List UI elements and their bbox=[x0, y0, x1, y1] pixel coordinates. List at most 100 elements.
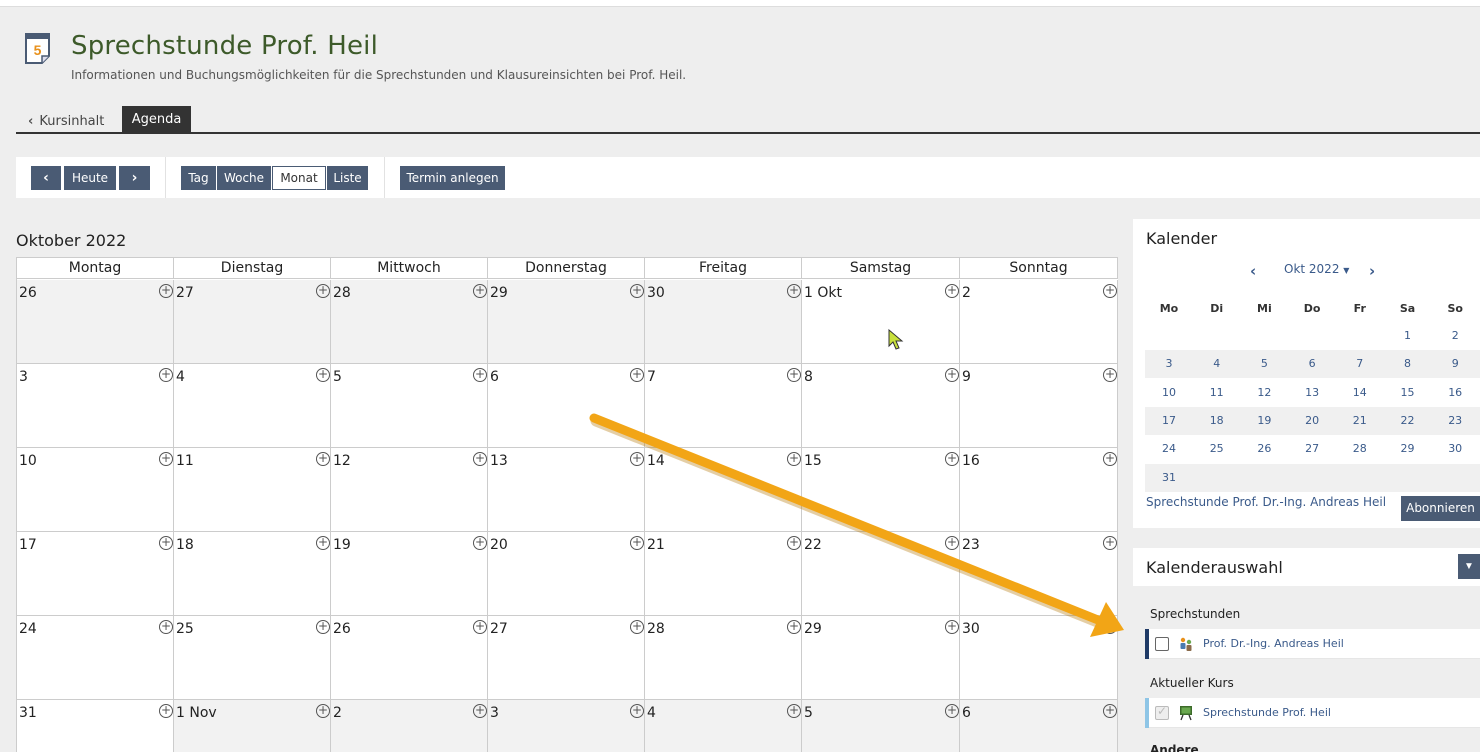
add-event-icon[interactable]: + bbox=[630, 452, 644, 466]
mini-day[interactable]: 31 bbox=[1145, 471, 1193, 484]
mini-day[interactable]: 8 bbox=[1384, 357, 1432, 370]
mini-day[interactable]: 11 bbox=[1193, 386, 1241, 399]
add-event-icon[interactable]: + bbox=[316, 620, 330, 634]
calendar-entry-label[interactable]: Sprechstunde Prof. Heil bbox=[1203, 706, 1331, 719]
calendar-checkbox[interactable] bbox=[1155, 637, 1169, 651]
view-day-button[interactable]: Tag bbox=[181, 166, 216, 190]
add-event-icon[interactable]: + bbox=[473, 704, 487, 718]
add-event-icon[interactable]: + bbox=[630, 284, 644, 298]
mini-day[interactable]: 22 bbox=[1384, 414, 1432, 427]
mini-day[interactable]: 3 bbox=[1145, 357, 1193, 370]
day-cell[interactable]: 30 + bbox=[645, 280, 802, 364]
view-week-button[interactable]: Woche bbox=[217, 166, 271, 190]
add-event-icon[interactable]: + bbox=[945, 704, 959, 718]
day-cell[interactable]: 1 Nov + bbox=[174, 700, 331, 752]
day-cell[interactable]: 8 + bbox=[802, 364, 960, 448]
add-event-icon[interactable]: + bbox=[316, 284, 330, 298]
day-cell[interactable]: 6 + bbox=[960, 700, 1118, 752]
day-cell[interactable]: 3 + bbox=[488, 700, 645, 752]
day-cell[interactable]: 1 Okt + bbox=[802, 280, 960, 364]
view-month-button[interactable]: Monat bbox=[272, 166, 326, 190]
mini-day[interactable]: 4 bbox=[1193, 357, 1241, 370]
add-event-icon[interactable]: + bbox=[945, 284, 959, 298]
add-event-icon[interactable]: + bbox=[159, 452, 173, 466]
day-cell[interactable]: 9 + bbox=[960, 364, 1118, 448]
day-cell[interactable]: 17 + bbox=[17, 532, 174, 616]
mini-day[interactable]: 2 bbox=[1431, 329, 1479, 342]
mini-day[interactable]: 5 bbox=[1240, 357, 1288, 370]
mini-day[interactable]: 17 bbox=[1145, 414, 1193, 427]
day-cell[interactable]: 10 + bbox=[17, 448, 174, 532]
add-event-icon[interactable]: + bbox=[787, 704, 801, 718]
mini-day[interactable]: 12 bbox=[1240, 386, 1288, 399]
day-cell[interactable]: 13 + bbox=[488, 448, 645, 532]
add-event-icon[interactable]: + bbox=[630, 536, 644, 550]
day-cell[interactable]: 11 + bbox=[174, 448, 331, 532]
day-cell[interactable]: 26 + bbox=[331, 616, 488, 700]
add-event-icon[interactable]: + bbox=[787, 368, 801, 382]
mini-day[interactable]: 19 bbox=[1240, 414, 1288, 427]
add-event-icon[interactable]: + bbox=[1103, 620, 1117, 634]
day-cell[interactable]: 4 + bbox=[645, 700, 802, 752]
add-event-icon[interactable]: + bbox=[787, 452, 801, 466]
day-cell[interactable]: 7 + bbox=[645, 364, 802, 448]
day-cell[interactable]: 2 + bbox=[331, 700, 488, 752]
previous-button[interactable]: ‹ bbox=[31, 166, 61, 190]
mini-day[interactable]: 9 bbox=[1431, 357, 1479, 370]
mini-day[interactable]: 30 bbox=[1431, 442, 1479, 455]
add-event-icon[interactable]: + bbox=[1103, 452, 1117, 466]
add-event-icon[interactable]: + bbox=[159, 536, 173, 550]
day-cell[interactable]: 2 + bbox=[960, 280, 1118, 364]
mini-day[interactable]: 20 bbox=[1288, 414, 1336, 427]
add-event-icon[interactable]: + bbox=[630, 704, 644, 718]
create-event-button[interactable]: Termin anlegen bbox=[400, 166, 505, 190]
day-cell[interactable]: 29 + bbox=[802, 616, 960, 700]
mini-day[interactable]: 1 bbox=[1384, 329, 1432, 342]
mini-day[interactable]: 29 bbox=[1384, 442, 1432, 455]
mini-day[interactable]: 26 bbox=[1240, 442, 1288, 455]
add-event-icon[interactable]: + bbox=[945, 536, 959, 550]
add-event-icon[interactable]: + bbox=[945, 368, 959, 382]
day-cell[interactable]: 21 + bbox=[645, 532, 802, 616]
mini-day[interactable]: 27 bbox=[1288, 442, 1336, 455]
tab-agenda[interactable]: Agenda bbox=[122, 106, 191, 134]
add-event-icon[interactable]: + bbox=[473, 368, 487, 382]
day-cell[interactable]: 16 + bbox=[960, 448, 1118, 532]
day-cell[interactable]: 6 + bbox=[488, 364, 645, 448]
mini-month-select[interactable]: Okt 2022 ▼ bbox=[1284, 262, 1349, 276]
day-cell[interactable]: 14 + bbox=[645, 448, 802, 532]
add-event-icon[interactable]: + bbox=[316, 704, 330, 718]
day-cell[interactable]: 18 + bbox=[174, 532, 331, 616]
add-event-icon[interactable]: + bbox=[630, 368, 644, 382]
add-event-icon[interactable]: + bbox=[159, 284, 173, 298]
add-event-icon[interactable]: + bbox=[473, 284, 487, 298]
day-cell[interactable]: 4 + bbox=[174, 364, 331, 448]
subscribe-button[interactable]: Abonnieren bbox=[1401, 496, 1480, 521]
day-cell[interactable]: 5 + bbox=[331, 364, 488, 448]
add-event-icon[interactable]: + bbox=[159, 620, 173, 634]
today-button[interactable]: Heute bbox=[64, 166, 116, 190]
add-event-icon[interactable]: + bbox=[787, 536, 801, 550]
day-cell[interactable]: 20 + bbox=[488, 532, 645, 616]
day-cell[interactable]: 23 + bbox=[960, 532, 1118, 616]
mini-day[interactable]: 6 bbox=[1288, 357, 1336, 370]
day-cell[interactable]: 5 + bbox=[802, 700, 960, 752]
add-event-icon[interactable]: + bbox=[316, 452, 330, 466]
calendar-entry-label[interactable]: Prof. Dr.-Ing. Andreas Heil bbox=[1203, 637, 1344, 650]
add-event-icon[interactable]: + bbox=[787, 620, 801, 634]
mini-day[interactable]: 28 bbox=[1336, 442, 1384, 455]
mini-day[interactable]: 18 bbox=[1193, 414, 1241, 427]
calendar-feed-link[interactable]: Sprechstunde Prof. Dr.-Ing. Andreas Heil bbox=[1146, 495, 1386, 509]
add-event-icon[interactable]: + bbox=[1103, 368, 1117, 382]
calendar-checkbox[interactable] bbox=[1155, 704, 1169, 720]
day-cell[interactable]: 15 + bbox=[802, 448, 960, 532]
day-cell[interactable]: 29 + bbox=[488, 280, 645, 364]
mini-day[interactable]: 14 bbox=[1336, 386, 1384, 399]
mini-next-month-icon[interactable]: › bbox=[1369, 262, 1375, 280]
add-event-icon[interactable]: + bbox=[1103, 536, 1117, 550]
day-cell[interactable]: 19 + bbox=[331, 532, 488, 616]
add-event-icon[interactable]: + bbox=[945, 620, 959, 634]
day-cell[interactable]: 25 + bbox=[174, 616, 331, 700]
day-cell[interactable]: 30 + bbox=[960, 616, 1118, 700]
view-list-button[interactable]: Liste bbox=[327, 166, 368, 190]
